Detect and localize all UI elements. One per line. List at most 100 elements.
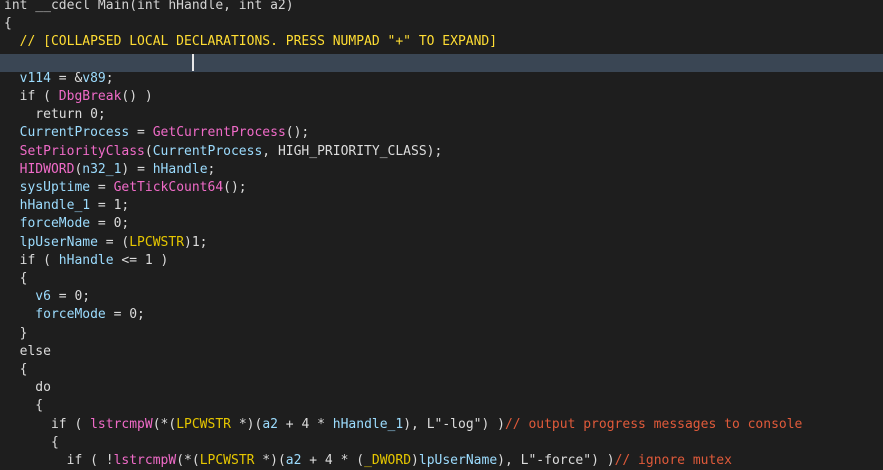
code-token: // ignore mutex: [614, 453, 732, 468]
pseudocode-editor[interactable]: int __cdecl Main(int hHandle, int a2) { /…: [0, 0, 883, 470]
code-token: DbgBreak: [58, 89, 122, 104]
code-token: , HIGH_PRIORITY_CLASS);: [262, 143, 443, 159]
code-line[interactable]: sysUptime = GetTickCount64();: [4, 179, 247, 197]
code-token: lstrcmpW: [113, 453, 177, 468]
code-token: v89: [82, 70, 106, 86]
code-line[interactable]: hHandle_1 = 1;: [4, 197, 130, 215]
code-token: = 0;: [105, 307, 145, 323]
code-line[interactable]: if ( lstrcmpW(*(LPCWSTR *)(a2 + 4 * hHan…: [4, 416, 802, 434]
code-token: do: [4, 380, 51, 396]
code-line[interactable]: if ( DbgBreak() ): [4, 88, 153, 106]
code-token: SetPriorityClass: [4, 143, 145, 159]
code-token: CurrentProcess: [4, 125, 130, 141]
code-token: {: [4, 16, 12, 32]
code-token: int __cdecl Main(int hHandle, int a2): [4, 0, 294, 13]
code-token: = (: [97, 234, 130, 250]
code-token: v6: [4, 289, 51, 305]
code-line[interactable]: SetPriorityClass(CurrentProcess, HIGH_PR…: [4, 143, 443, 161]
code-line[interactable]: else: [4, 343, 51, 361]
code-token: ;: [105, 70, 114, 86]
code-token: <= 1 ): [113, 252, 169, 268]
code-token: = 0;: [50, 289, 91, 305]
code-token: *)(: [231, 416, 263, 432]
code-token: _DWORD: [364, 453, 412, 468]
code-token: forceMode: [4, 216, 91, 232]
code-line[interactable]: {: [4, 434, 59, 452]
code-line[interactable]: return 0;: [4, 106, 106, 124]
code-token: LPCWSTR: [176, 416, 231, 432]
code-token: =: [90, 180, 114, 195]
code-line[interactable]: forceMode = 0;: [4, 215, 130, 233]
code-token: }: [4, 325, 28, 341]
code-line[interactable]: {: [4, 397, 43, 415]
code-token: + 4 * (: [301, 453, 365, 468]
code-line[interactable]: v114 = &v89;: [4, 70, 114, 88]
code-token: // [COLLAPSED LOCAL DECLARATIONS. PRESS …: [4, 34, 498, 50]
code-line[interactable]: {: [4, 15, 12, 33]
code-token: if (: [4, 252, 59, 268]
code-token: CurrentProcess: [152, 143, 263, 159]
code-token: lstrcmpW: [90, 416, 153, 432]
code-token: GetTickCount64: [113, 180, 224, 195]
code-token: HIDWORD: [4, 161, 75, 177]
code-token: = 1;: [90, 198, 130, 214]
code-line[interactable]: {: [4, 361, 28, 379]
code-line[interactable]: do: [4, 379, 51, 397]
code-line[interactable]: if ( hHandle <= 1 ): [4, 252, 169, 270]
code-token: if (: [4, 416, 91, 432]
code-token: ;: [207, 161, 216, 177]
code-token: ): [411, 453, 419, 468]
code-line[interactable]: forceMode = 0;: [4, 306, 145, 324]
code-token: =: [129, 125, 153, 141]
current-line-highlight: [0, 53, 883, 72]
code-token: hHandle: [152, 161, 208, 177]
code-token: if (: [4, 89, 59, 104]
code-token: {: [4, 362, 28, 377]
code-token: a2: [262, 416, 278, 432]
code-token: lpUserName: [418, 453, 498, 468]
code-token: else: [4, 343, 51, 359]
code-token: a2: [285, 453, 302, 468]
code-token: ), L"-log") ): [403, 416, 505, 432]
code-line[interactable]: // [COLLAPSED LOCAL DECLARATIONS. PRESS …: [4, 33, 497, 51]
code-token: LPCWSTR: [129, 234, 185, 250]
code-token: = &: [50, 70, 83, 86]
code-token: {: [4, 398, 44, 414]
code-token: hHandle_1: [332, 416, 404, 432]
code-line[interactable]: {: [4, 270, 28, 288]
code-token: ), L"-force") ): [497, 453, 615, 468]
code-line[interactable]: CurrentProcess = GetCurrentProcess();: [4, 124, 310, 142]
code-token: GetCurrentProcess: [152, 125, 286, 141]
code-token: ) =: [121, 161, 153, 177]
code-token: return 0;: [4, 107, 106, 123]
code-token: )1;: [184, 234, 208, 250]
code-line[interactable]: }: [4, 325, 28, 343]
code-line[interactable]: int __cdecl Main(int hHandle, int a2): [4, 0, 294, 15]
code-token: n32_1: [82, 161, 122, 177]
code-token: *)(: [254, 453, 286, 468]
code-token: (: [144, 143, 153, 159]
code-token: lpUserName: [4, 234, 98, 250]
code-token: sysUptime: [4, 180, 91, 195]
text-caret: [191, 53, 194, 71]
code-token: = 0;: [90, 216, 130, 232]
code-line[interactable]: v6 = 0;: [4, 288, 90, 306]
code-line[interactable]: HIDWORD(n32_1) = hHandle;: [4, 161, 216, 179]
code-token: if ( !: [4, 453, 114, 468]
code-token: hHandle: [58, 252, 114, 268]
code-token: (*(: [152, 416, 177, 432]
code-token: + 4 *: [277, 416, 333, 432]
code-token: hHandle_1: [4, 198, 91, 214]
code-line[interactable]: if ( !lstrcmpW(*(LPCWSTR *)(a2 + 4 * (_D…: [4, 452, 732, 470]
code-token: // output progress messages to console: [504, 416, 803, 432]
code-token: {: [4, 434, 59, 450]
code-token: () ): [121, 89, 153, 104]
code-token: LPCWSTR: [199, 453, 255, 468]
code-token: ();: [285, 125, 310, 141]
code-token: ();: [223, 180, 247, 195]
code-token: forceMode: [4, 307, 106, 323]
code-token: v114: [4, 70, 51, 86]
code-line[interactable]: lpUserName = (LPCWSTR)1;: [4, 234, 208, 252]
code-token: (*(: [176, 453, 200, 468]
code-token: {: [4, 271, 28, 286]
